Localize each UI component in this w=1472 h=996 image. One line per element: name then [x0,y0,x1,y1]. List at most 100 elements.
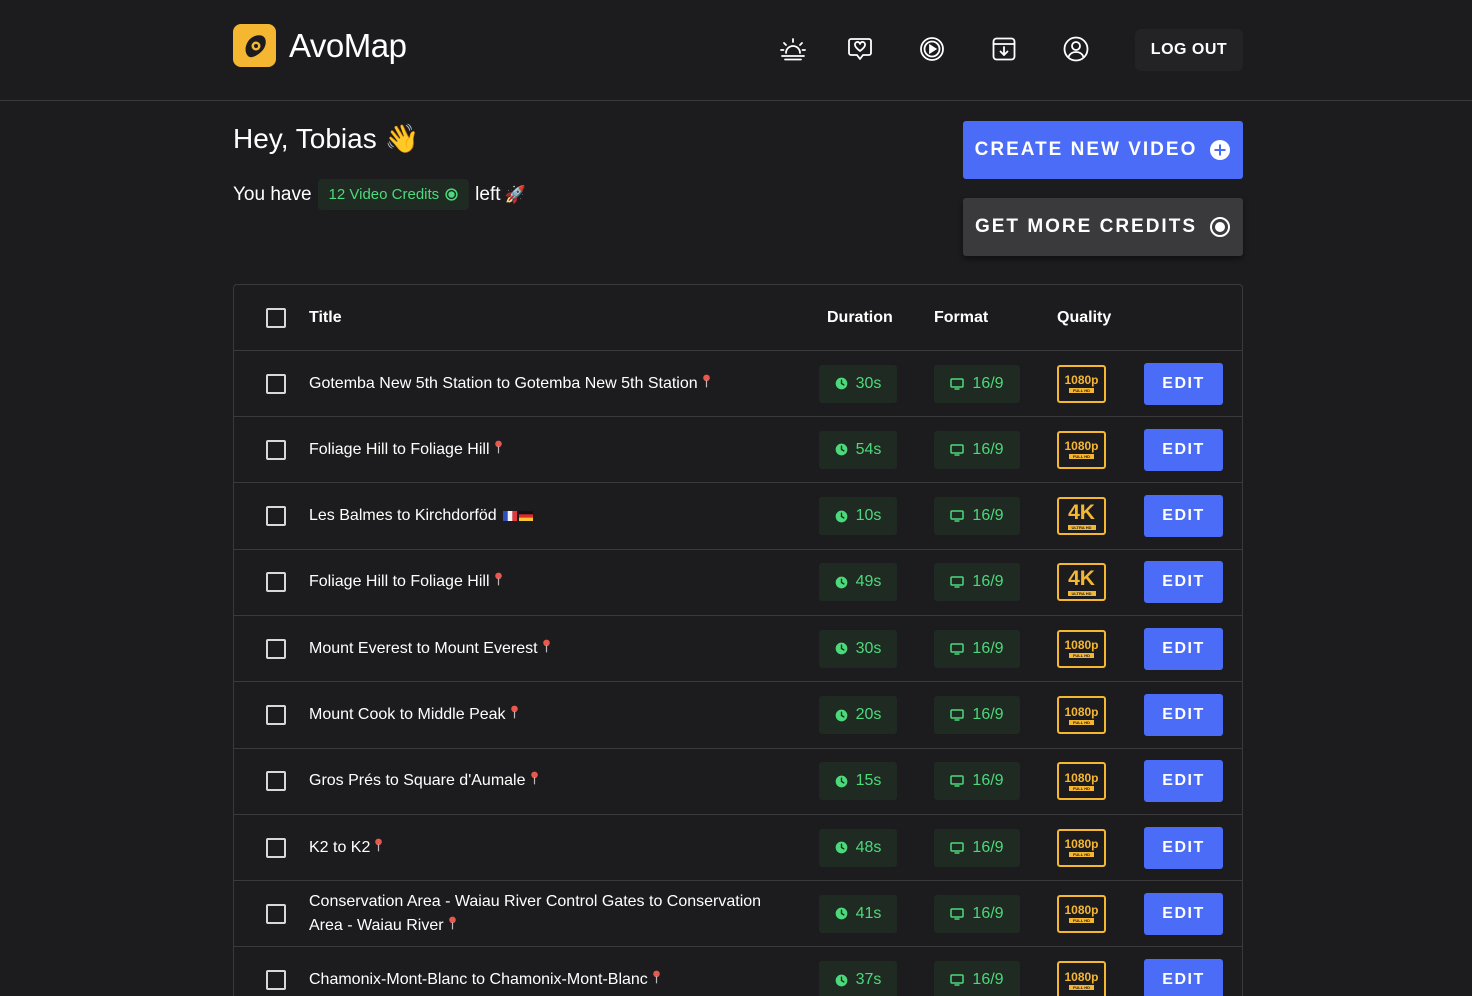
table-row[interactable]: Mount Everest to Mount Everest 30s 16/9 108… [234,616,1242,683]
user-circle-icon[interactable] [1061,34,1091,64]
duration-value: 41s [855,904,882,922]
video-title: Mount Cook to Middle Peak [309,703,779,727]
map-pin-icon [510,703,519,727]
quality-badge: 4K ULTRA HD [1057,497,1106,536]
row-checkbox[interactable] [266,638,286,659]
format-value: 16/9 [972,374,1004,392]
edit-button[interactable]: EDIT [1144,561,1223,604]
create-new-video-button[interactable]: CREATE NEW VIDEO [963,121,1243,179]
format-badge: 16/9 [934,430,1020,469]
clock-icon [835,642,847,655]
row-checkbox[interactable] [266,373,286,394]
get-more-credits-button[interactable]: GET MORE CREDITS [963,198,1243,256]
heart-chat-icon[interactable] [845,34,875,64]
duration-value: 48s [855,838,882,856]
format-badge: 16/9 [934,629,1020,668]
format-value: 16/9 [972,838,1004,856]
format-value: 16/9 [972,971,1004,989]
clock-icon [835,974,847,987]
table-row[interactable]: Les Balmes to Kirchdorföd 10s 16/9 4K ULTRA … [234,484,1242,550]
table-row[interactable]: Conservation Area - Waiau River Control … [234,881,1242,948]
rocket-emoji: 🚀 [504,184,526,204]
quality-subtitle: ULTRA HD [1067,591,1096,597]
edit-button[interactable]: EDIT [1144,362,1223,405]
quality-badge: 4K ULTRA HD [1057,563,1106,602]
video-title-text: Foliage Hill to Foliage Hill [309,573,490,591]
quality-subtitle: FULL HD [1068,454,1095,460]
edit-button[interactable]: EDIT [1144,892,1223,935]
duration-badge: 48s [819,828,897,867]
edit-button[interactable]: EDIT [1144,826,1223,869]
quality-value: 1080p [1064,439,1099,454]
header-duration: Duration [827,308,893,326]
video-title: Foliage Hill to Foliage Hill [309,570,779,594]
video-title-text: Chamonix-Mont-Blanc to Chamonix-Mont-Bla… [309,971,648,989]
table-row[interactable]: Foliage Hill to Foliage Hill 54s 16/9 1080p… [234,417,1242,484]
quality-subtitle: FULL HD [1068,388,1095,393]
row-checkbox[interactable] [266,506,286,527]
clock-icon [835,377,847,390]
row-checkbox[interactable] [266,970,286,991]
table-row[interactable]: K2 to K2 48s 16/9 1080p FULL HD EDIT [234,815,1242,882]
video-title: Conservation Area - Waiau River Control … [309,890,779,938]
table-row[interactable]: Gros Prés to Square d'Aumale 15s 16/9 1080p… [234,749,1242,815]
map-pin-icon [542,637,551,661]
quality-value: 1080p [1064,770,1099,785]
duration-value: 30s [855,639,882,657]
row-checkbox[interactable] [266,705,286,725]
plus-circle-icon [1210,140,1231,160]
edit-button[interactable]: EDIT [1144,959,1223,996]
table-row[interactable]: Mount Cook to Middle Peak 20s 16/9 1080p FUL… [234,683,1242,749]
clock-icon [835,576,847,589]
videos-table: Title Duration Format Quality Gotemba Ne… [233,284,1243,996]
credits-suffix: left [475,183,501,205]
logo[interactable]: AvoMap [233,24,407,67]
credits-prefix: You have [233,183,312,205]
quality-badge: 1080p FULL HD [1057,961,1106,996]
play-circle-icon[interactable] [917,34,947,64]
quality-badge: 1080p FULL HD [1057,629,1106,668]
quality-subtitle: FULL HD [1068,785,1095,791]
quality-value: 1080p [1064,638,1099,653]
edit-button[interactable]: EDIT [1144,760,1223,803]
quality-value: 4K [1068,501,1095,525]
duration-badge: 37s [819,961,897,996]
edit-button[interactable]: EDIT [1144,627,1223,670]
avocado-logo-icon [233,24,276,67]
quality-badge: 1080p FULL HD [1057,430,1106,469]
row-checkbox[interactable] [266,837,286,858]
duration-value: 15s [855,772,882,790]
map-pin-icon [374,835,383,859]
row-checkbox[interactable] [266,572,286,593]
quality-value: 4K [1068,567,1095,591]
duration-value: 10s [855,507,882,525]
monitor-icon [950,974,965,986]
edit-button[interactable]: EDIT [1144,495,1223,538]
video-title: Gotemba New 5th Station to Gotemba New 5… [309,371,779,395]
sunrise-icon[interactable] [778,34,808,64]
table-row[interactable]: Chamonix-Mont-Blanc to Chamonix-Mont-Bla… [234,948,1242,996]
row-checkbox[interactable] [266,903,286,924]
clock-icon [835,709,847,721]
logout-button[interactable]: LOG OUT [1135,29,1243,71]
coin-icon [445,188,458,201]
map-pin-icon [448,914,457,938]
video-title-text: Les Balmes to Kirchdorföd [309,507,497,525]
edit-button[interactable]: EDIT [1144,428,1223,471]
quality-subtitle: FULL HD [1068,918,1095,924]
download-box-icon[interactable] [989,34,1019,64]
monitor-icon [950,841,965,854]
duration-value: 20s [855,706,882,723]
edit-button[interactable]: EDIT [1144,694,1223,736]
map-pin-icon [652,968,661,992]
row-checkbox[interactable] [266,771,286,792]
select-all-checkbox[interactable] [266,307,286,328]
duration-value: 37s [855,971,882,989]
table-row[interactable]: Gotemba New 5th Station to Gotemba New 5… [234,351,1242,417]
duration-badge: 41s [819,894,897,933]
format-value: 16/9 [972,639,1004,657]
duration-badge: 49s [819,563,897,602]
row-checkbox[interactable] [266,439,286,460]
format-badge: 16/9 [934,696,1020,734]
table-row[interactable]: Foliage Hill to Foliage Hill 49s 16/9 4K ULT… [234,550,1242,616]
